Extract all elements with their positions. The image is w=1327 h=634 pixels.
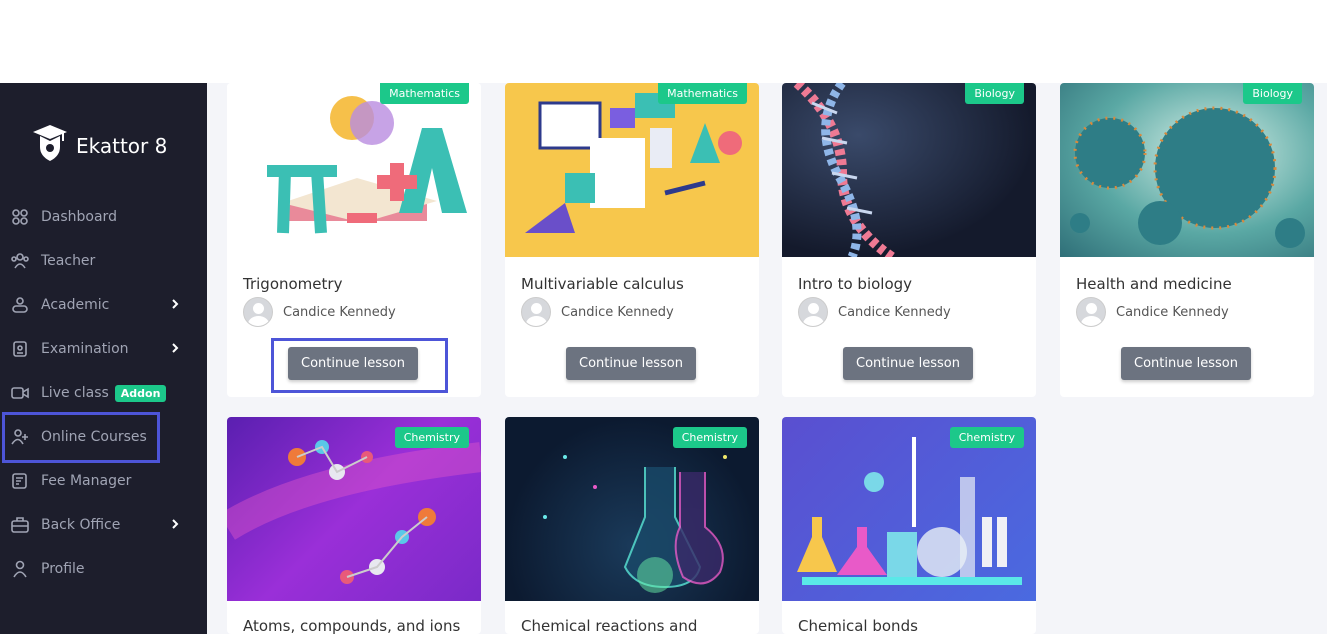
category-tag: Chemistry <box>949 427 1024 448</box>
course-image[interactable] <box>782 83 1036 257</box>
teacher-icon <box>11 252 29 270</box>
course-card: Chemistry Chemical reactions and <box>505 417 759 634</box>
course-image[interactable] <box>505 83 759 257</box>
course-title[interactable]: Chemical reactions and <box>521 617 697 634</box>
sidebar-item-label: Academic <box>41 297 110 313</box>
sidebar-item-examination[interactable]: Examination <box>0 327 207 371</box>
avatar <box>521 297 551 327</box>
online-courses-highlight <box>2 412 160 463</box>
top-bar <box>0 0 1327 83</box>
sidebar-item-label: Dashboard <box>41 209 117 225</box>
course-title[interactable]: Health and medicine <box>1076 275 1232 293</box>
category-tag: Biology <box>1243 83 1302 104</box>
sidebar-item-academic[interactable]: Academic <box>0 283 207 327</box>
avatar <box>1076 297 1106 327</box>
category-tag: Biology <box>965 83 1024 104</box>
sidebar-item-back-office[interactable]: Back Office <box>0 503 207 547</box>
continue-lesson-button[interactable]: Continue lesson <box>1121 347 1251 380</box>
examination-icon <box>11 340 29 358</box>
sidebar: Ekattor 8 Dashboard Teacher Academic Exa… <box>0 83 207 634</box>
continue-lesson-button[interactable]: Continue lesson <box>566 347 696 380</box>
course-title[interactable]: Chemical bonds <box>798 617 918 634</box>
fee-icon <box>11 472 29 490</box>
sidebar-item-teacher[interactable]: Teacher <box>0 239 207 283</box>
addon-badge: Addon <box>114 384 167 402</box>
avatar <box>243 297 273 327</box>
briefcase-icon <box>11 516 29 534</box>
course-card: Mathematics Multivariable calculus Candi… <box>505 83 759 397</box>
author-name: Candice Kennedy <box>283 304 396 320</box>
course-author: Candice Kennedy <box>243 297 396 327</box>
chevron-right-icon <box>170 517 180 531</box>
author-name: Candice Kennedy <box>1116 304 1229 320</box>
continue-lesson-highlight <box>271 338 448 393</box>
sidebar-item-dashboard[interactable]: Dashboard <box>0 195 207 239</box>
sidebar-item-label: Examination <box>41 341 129 357</box>
chevron-right-icon <box>170 341 180 355</box>
category-tag: Chemistry <box>394 427 469 448</box>
chevron-right-icon <box>170 297 180 311</box>
profile-icon <box>11 560 29 578</box>
avatar <box>798 297 828 327</box>
sidebar-item-label: Live class <box>41 385 109 401</box>
course-image[interactable] <box>227 83 481 257</box>
course-title[interactable]: Intro to biology <box>798 275 912 293</box>
course-title[interactable]: Trigonometry <box>243 275 342 293</box>
dashboard-icon <box>11 208 29 226</box>
sidebar-item-fee-manager[interactable]: Fee Manager <box>0 459 207 503</box>
sidebar-item-live-class[interactable]: Live class Addon <box>0 371 207 415</box>
course-title[interactable]: Atoms, compounds, and ions <box>243 617 460 634</box>
sidebar-item-profile[interactable]: Profile <box>0 547 207 591</box>
sidebar-item-label: Back Office <box>41 517 121 533</box>
course-author: Candice Kennedy <box>1076 297 1229 327</box>
course-card: Chemistry Chemical bonds <box>782 417 1036 634</box>
category-tag: Mathematics <box>658 83 747 104</box>
brand-name: Ekattor 8 <box>76 133 168 158</box>
academic-icon <box>11 296 29 314</box>
course-title[interactable]: Multivariable calculus <box>521 275 684 293</box>
sidebar-item-label: Profile <box>41 561 85 577</box>
video-icon <box>11 384 29 402</box>
course-card: Biology Intro to biology Candice Kennedy… <box>782 83 1036 397</box>
course-author: Candice Kennedy <box>798 297 951 327</box>
logo-icon <box>32 123 68 168</box>
course-card: Chemistry Atoms, compounds, and ions <box>227 417 481 634</box>
course-author: Candice Kennedy <box>521 297 674 327</box>
author-name: Candice Kennedy <box>561 304 674 320</box>
continue-lesson-button[interactable]: Continue lesson <box>843 347 973 380</box>
brand[interactable]: Ekattor 8 <box>32 123 167 168</box>
sidebar-item-label: Fee Manager <box>41 473 132 489</box>
author-name: Candice Kennedy <box>838 304 951 320</box>
category-tag: Chemistry <box>672 427 747 448</box>
category-tag: Mathematics <box>380 83 469 104</box>
sidebar-item-label: Teacher <box>41 253 96 269</box>
course-card: Biology Health and medicine Candice Kenn… <box>1060 83 1314 397</box>
course-image[interactable] <box>1060 83 1314 257</box>
sidebar-nav: Dashboard Teacher Academic Examination L… <box>0 195 207 591</box>
